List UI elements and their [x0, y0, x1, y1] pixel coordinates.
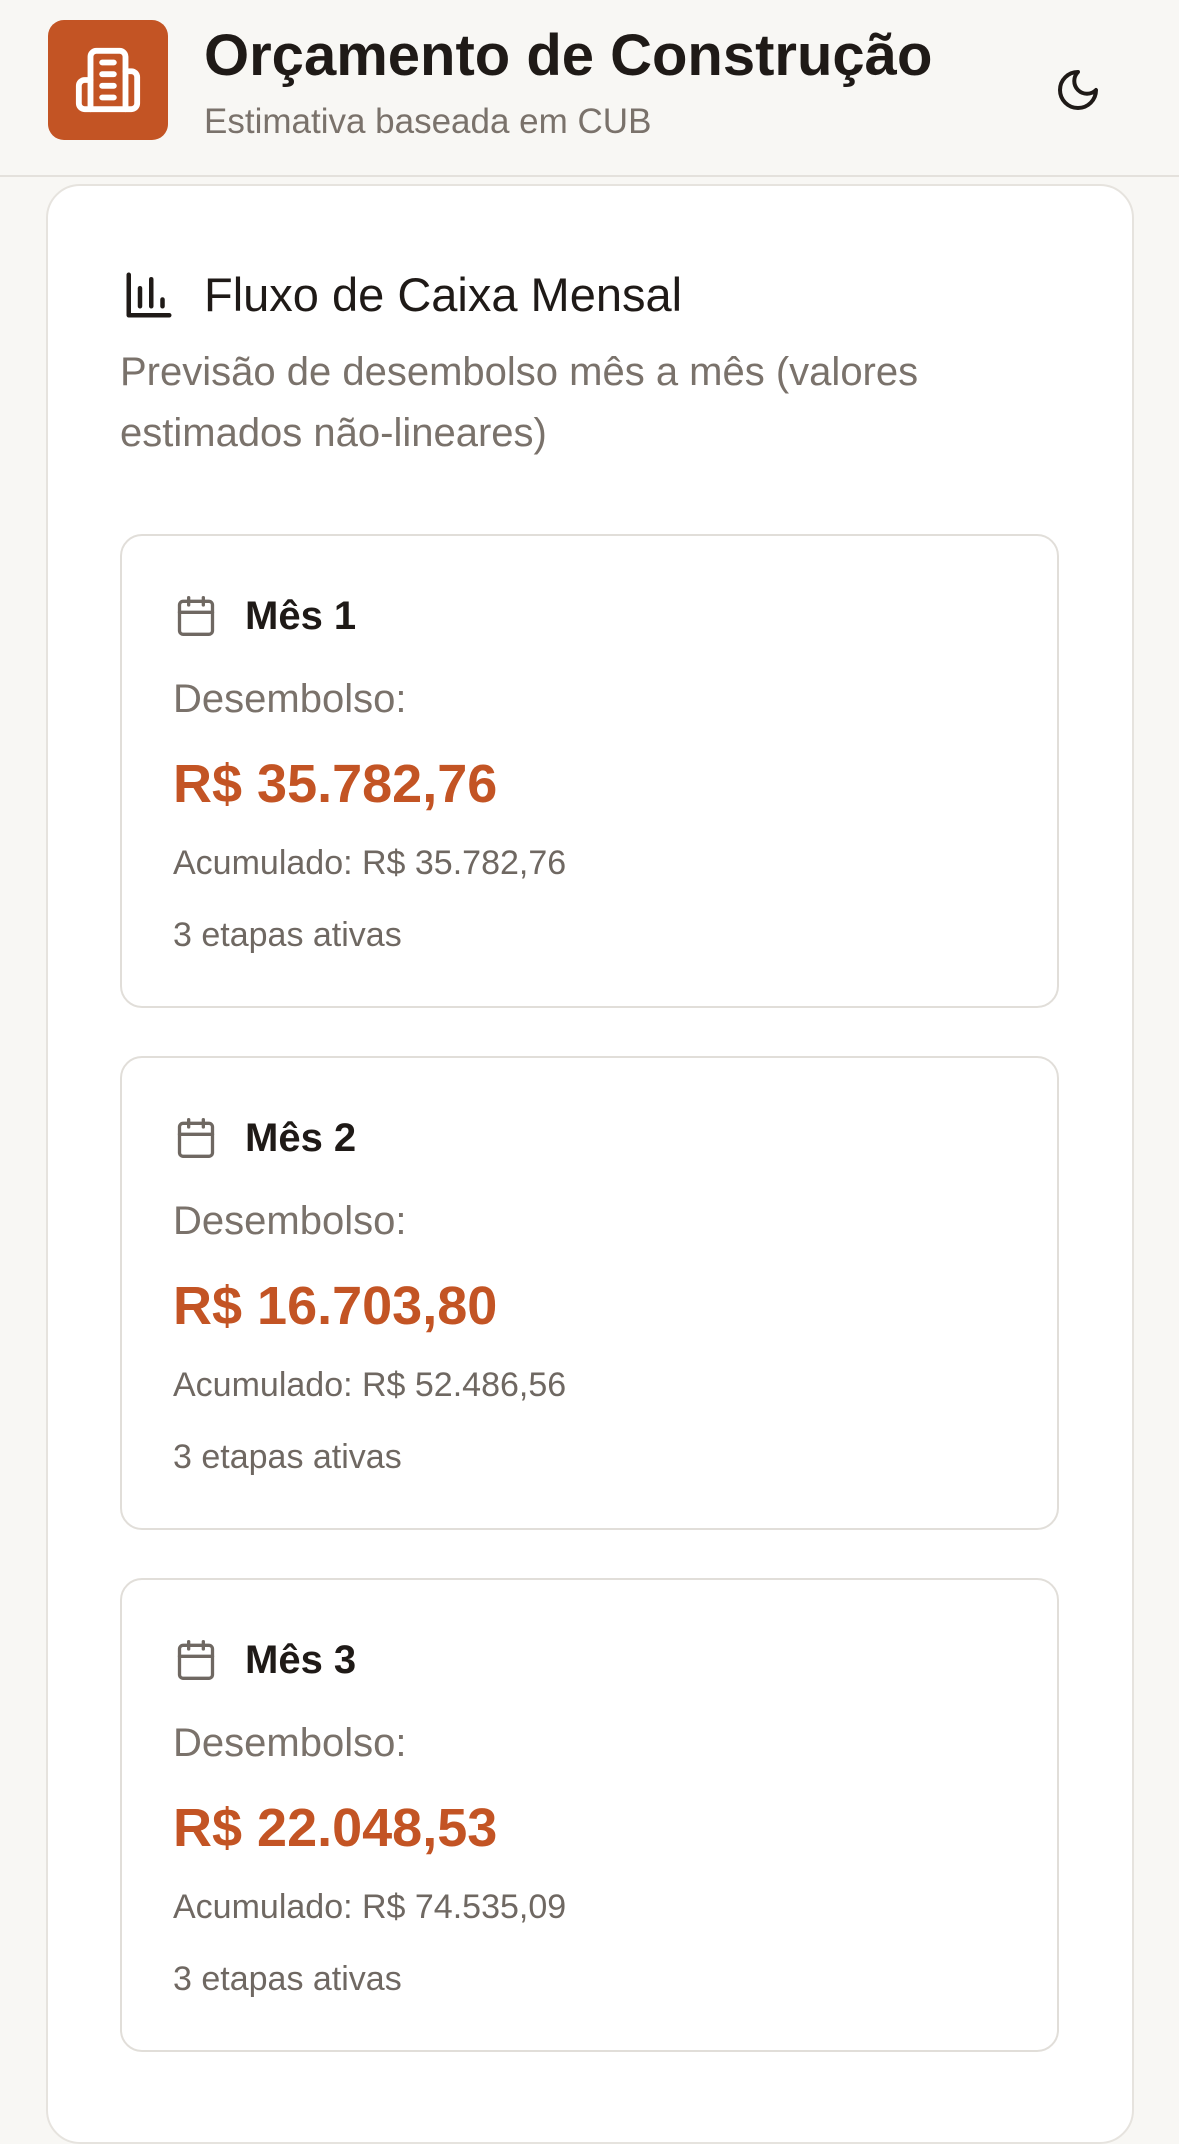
- disbursement-value: R$ 22.048,53: [173, 1798, 498, 1858]
- accumulated-value: Acumulado: R$ 74.535,09: [173, 1888, 567, 1926]
- app-logo: [48, 20, 168, 140]
- accumulated-value: Acumulado: R$ 35.782,76: [173, 844, 567, 882]
- disbursement-label: Desembolso:: [173, 1721, 407, 1765]
- month-card: Mês 3 Desembolso: R$ 22.048,53 Acumulado…: [120, 1578, 1059, 2052]
- bar-chart-icon: [126, 272, 172, 318]
- disbursement-value: R$ 16.703,80: [173, 1276, 498, 1336]
- month-label: Mês 3: [245, 1638, 357, 1682]
- app-subtitle: Estimativa baseada em CUB: [204, 102, 652, 141]
- month-card: Mês 1 Desembolso: R$ 35.782,76 Acumulado…: [120, 534, 1059, 1008]
- active-stages: 3 etapas ativas: [173, 1960, 402, 1998]
- calendar-icon: [177, 596, 215, 636]
- month-label: Mês 1: [245, 594, 357, 638]
- app-title: Orçamento de Construção: [204, 23, 933, 88]
- disbursement-value: R$ 35.782,76: [173, 754, 498, 814]
- app-header: Orçamento de Construção Estimativa basea…: [0, 0, 1179, 177]
- section-title: Fluxo de Caixa Mensal: [204, 268, 683, 321]
- active-stages: 3 etapas ativas: [173, 916, 402, 954]
- building-icon: [75, 47, 141, 113]
- theme-toggle-button[interactable]: [1038, 50, 1118, 130]
- disbursement-label: Desembolso:: [173, 1199, 407, 1243]
- active-stages: 3 etapas ativas: [173, 1438, 402, 1476]
- accumulated-value: Acumulado: R$ 52.486,56: [173, 1366, 567, 1404]
- calendar-icon: [177, 1640, 215, 1680]
- disbursement-label: Desembolso:: [173, 677, 407, 721]
- calendar-icon: [177, 1118, 215, 1158]
- moon-icon: [1058, 70, 1098, 110]
- month-label: Mês 2: [245, 1116, 357, 1160]
- section-description: Previsão de desembolso mês a mês (valore…: [120, 350, 919, 455]
- month-card: Mês 2 Desembolso: R$ 16.703,80 Acumulado…: [120, 1056, 1059, 1530]
